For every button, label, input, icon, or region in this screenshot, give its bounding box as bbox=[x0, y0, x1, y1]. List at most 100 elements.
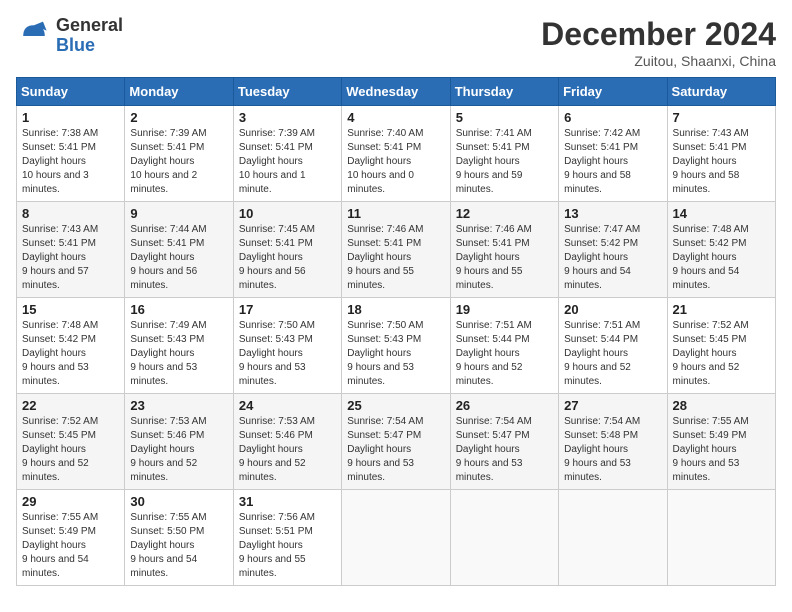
calendar-cell: 29 Sunrise: 7:55 AMSunset: 5:49 PMDayligh… bbox=[17, 490, 125, 586]
day-info: Sunrise: 7:43 AMSunset: 5:41 PMDaylight … bbox=[673, 127, 770, 197]
day-info: Sunrise: 7:39 AMSunset: 5:41 PMDaylight … bbox=[130, 127, 227, 197]
day-info: Sunrise: 7:48 AMSunset: 5:42 PMDaylight … bbox=[673, 223, 770, 293]
calendar-cell bbox=[667, 490, 775, 586]
calendar-cell: 6Sunrise: 7:42 AMSunset: 5:41 PMDaylight… bbox=[559, 106, 667, 202]
day-number: 31 bbox=[239, 494, 336, 509]
day-info: Sunrise: 7:41 AMSunset: 5:41 PMDaylight … bbox=[456, 127, 553, 197]
calendar-cell: 10 Sunrise: 7:45 AMSunset: 5:41 PMDayligh… bbox=[233, 202, 341, 298]
day-info: Sunrise: 7:55 AMSunset: 5:50 PMDaylight … bbox=[130, 511, 227, 581]
day-info: Sunrise: 7:51 AMSunset: 5:44 PMDaylight … bbox=[456, 319, 553, 389]
day-info: Sunrise: 7:38 AMSunset: 5:41 PMDaylight … bbox=[22, 127, 119, 197]
weekday-header: Wednesday bbox=[342, 78, 450, 106]
calendar-cell: 19 Sunrise: 7:51 AMSunset: 5:44 PMDayligh… bbox=[450, 298, 558, 394]
day-info: Sunrise: 7:50 AMSunset: 5:43 PMDaylight … bbox=[239, 319, 336, 389]
day-number: 19 bbox=[456, 302, 553, 317]
calendar-cell bbox=[342, 490, 450, 586]
day-info: Sunrise: 7:45 AMSunset: 5:41 PMDaylight … bbox=[239, 223, 336, 293]
day-number: 7 bbox=[673, 110, 770, 125]
day-number: 25 bbox=[347, 398, 444, 413]
day-info: Sunrise: 7:49 AMSunset: 5:43 PMDaylight … bbox=[130, 319, 227, 389]
day-number: 5 bbox=[456, 110, 553, 125]
calendar-cell bbox=[559, 490, 667, 586]
day-info: Sunrise: 7:55 AMSunset: 5:49 PMDaylight … bbox=[22, 511, 119, 581]
day-number: 30 bbox=[130, 494, 227, 509]
weekday-header: Saturday bbox=[667, 78, 775, 106]
weekday-header: Sunday bbox=[17, 78, 125, 106]
logo-general: General bbox=[56, 16, 123, 36]
calendar-cell: 16 Sunrise: 7:49 AMSunset: 5:43 PMDayligh… bbox=[125, 298, 233, 394]
calendar-cell: 20 Sunrise: 7:51 AMSunset: 5:44 PMDayligh… bbox=[559, 298, 667, 394]
title-block: December 2024 Zuitou, Shaanxi, China bbox=[541, 16, 776, 69]
calendar-week-row: 29 Sunrise: 7:55 AMSunset: 5:49 PMDayligh… bbox=[17, 490, 776, 586]
day-number: 3 bbox=[239, 110, 336, 125]
logo-blue: Blue bbox=[56, 36, 123, 56]
weekday-header: Thursday bbox=[450, 78, 558, 106]
calendar-cell: 9Sunrise: 7:44 AMSunset: 5:41 PMDaylight… bbox=[125, 202, 233, 298]
day-info: Sunrise: 7:54 AMSunset: 5:48 PMDaylight … bbox=[564, 415, 661, 485]
calendar-week-row: 22Sunrise: 7:52 AMSunset: 5:45 PMDayligh… bbox=[17, 394, 776, 490]
calendar-cell: 31Sunrise: 7:56 AMSunset: 5:51 PMDayligh… bbox=[233, 490, 341, 586]
logo-icon bbox=[16, 18, 52, 54]
calendar-cell bbox=[450, 490, 558, 586]
day-number: 1 bbox=[22, 110, 119, 125]
calendar-cell: 25 Sunrise: 7:54 AMSunset: 5:47 PMDayligh… bbox=[342, 394, 450, 490]
calendar-cell: 28 Sunrise: 7:55 AMSunset: 5:49 PMDayligh… bbox=[667, 394, 775, 490]
day-number: 10 bbox=[239, 206, 336, 221]
day-number: 18 bbox=[347, 302, 444, 317]
day-info: Sunrise: 7:54 AMSunset: 5:47 PMDaylight … bbox=[347, 415, 444, 485]
calendar-week-row: 15 Sunrise: 7:48 AMSunset: 5:42 PMDayligh… bbox=[17, 298, 776, 394]
day-info: Sunrise: 7:54 AMSunset: 5:47 PMDaylight … bbox=[456, 415, 553, 485]
calendar-week-row: 8Sunrise: 7:43 AMSunset: 5:41 PMDaylight… bbox=[17, 202, 776, 298]
weekday-header: Tuesday bbox=[233, 78, 341, 106]
calendar-cell: 7 Sunrise: 7:43 AMSunset: 5:41 PMDaylight… bbox=[667, 106, 775, 202]
day-info: Sunrise: 7:55 AMSunset: 5:49 PMDaylight … bbox=[673, 415, 770, 485]
day-number: 17 bbox=[239, 302, 336, 317]
weekday-header: Friday bbox=[559, 78, 667, 106]
calendar-cell: 11Sunrise: 7:46 AMSunset: 5:41 PMDayligh… bbox=[342, 202, 450, 298]
day-number: 26 bbox=[456, 398, 553, 413]
day-info: Sunrise: 7:53 AMSunset: 5:46 PMDaylight … bbox=[239, 415, 336, 485]
day-info: Sunrise: 7:52 AMSunset: 5:45 PMDaylight … bbox=[22, 415, 119, 485]
day-number: 8 bbox=[22, 206, 119, 221]
calendar-cell: 23Sunrise: 7:53 AMSunset: 5:46 PMDayligh… bbox=[125, 394, 233, 490]
location-subtitle: Zuitou, Shaanxi, China bbox=[541, 53, 776, 69]
day-info: Sunrise: 7:48 AMSunset: 5:42 PMDaylight … bbox=[22, 319, 119, 389]
calendar-cell: 2Sunrise: 7:39 AMSunset: 5:41 PMDaylight… bbox=[125, 106, 233, 202]
page-header: General Blue December 2024 Zuitou, Shaan… bbox=[16, 16, 776, 69]
calendar-cell: 8Sunrise: 7:43 AMSunset: 5:41 PMDaylight… bbox=[17, 202, 125, 298]
calendar-cell: 30 Sunrise: 7:55 AMSunset: 5:50 PMDayligh… bbox=[125, 490, 233, 586]
day-number: 13 bbox=[564, 206, 661, 221]
day-number: 6 bbox=[564, 110, 661, 125]
calendar-cell: 18 Sunrise: 7:50 AMSunset: 5:43 PMDayligh… bbox=[342, 298, 450, 394]
month-title: December 2024 bbox=[541, 16, 776, 53]
calendar-table: SundayMondayTuesdayWednesdayThursdayFrid… bbox=[16, 77, 776, 586]
day-number: 28 bbox=[673, 398, 770, 413]
calendar-cell: 3 Sunrise: 7:39 AMSunset: 5:41 PMDaylight… bbox=[233, 106, 341, 202]
day-info: Sunrise: 7:46 AMSunset: 5:41 PMDaylight … bbox=[456, 223, 553, 293]
day-number: 16 bbox=[130, 302, 227, 317]
day-number: 15 bbox=[22, 302, 119, 317]
day-info: Sunrise: 7:40 AMSunset: 5:41 PMDaylight … bbox=[347, 127, 444, 197]
calendar-cell: 24Sunrise: 7:53 AMSunset: 5:46 PMDayligh… bbox=[233, 394, 341, 490]
day-number: 20 bbox=[564, 302, 661, 317]
calendar-cell: 12Sunrise: 7:46 AMSunset: 5:41 PMDayligh… bbox=[450, 202, 558, 298]
day-number: 9 bbox=[130, 206, 227, 221]
day-info: Sunrise: 7:50 AMSunset: 5:43 PMDaylight … bbox=[347, 319, 444, 389]
calendar-cell: 27Sunrise: 7:54 AMSunset: 5:48 PMDayligh… bbox=[559, 394, 667, 490]
calendar-cell: 22Sunrise: 7:52 AMSunset: 5:45 PMDayligh… bbox=[17, 394, 125, 490]
weekday-header-row: SundayMondayTuesdayWednesdayThursdayFrid… bbox=[17, 78, 776, 106]
calendar-cell: 1 Sunrise: 7:38 AMSunset: 5:41 PMDaylight… bbox=[17, 106, 125, 202]
calendar-cell: 13Sunrise: 7:47 AMSunset: 5:42 PMDayligh… bbox=[559, 202, 667, 298]
day-number: 21 bbox=[673, 302, 770, 317]
calendar-cell: 15 Sunrise: 7:48 AMSunset: 5:42 PMDayligh… bbox=[17, 298, 125, 394]
day-info: Sunrise: 7:53 AMSunset: 5:46 PMDaylight … bbox=[130, 415, 227, 485]
calendar-cell: 4 Sunrise: 7:40 AMSunset: 5:41 PMDaylight… bbox=[342, 106, 450, 202]
calendar-week-row: 1 Sunrise: 7:38 AMSunset: 5:41 PMDaylight… bbox=[17, 106, 776, 202]
day-number: 4 bbox=[347, 110, 444, 125]
day-info: Sunrise: 7:46 AMSunset: 5:41 PMDaylight … bbox=[347, 223, 444, 293]
day-info: Sunrise: 7:52 AMSunset: 5:45 PMDaylight … bbox=[673, 319, 770, 389]
calendar-cell: 17 Sunrise: 7:50 AMSunset: 5:43 PMDayligh… bbox=[233, 298, 341, 394]
day-info: Sunrise: 7:51 AMSunset: 5:44 PMDaylight … bbox=[564, 319, 661, 389]
day-number: 29 bbox=[22, 494, 119, 509]
day-info: Sunrise: 7:39 AMSunset: 5:41 PMDaylight … bbox=[239, 127, 336, 197]
